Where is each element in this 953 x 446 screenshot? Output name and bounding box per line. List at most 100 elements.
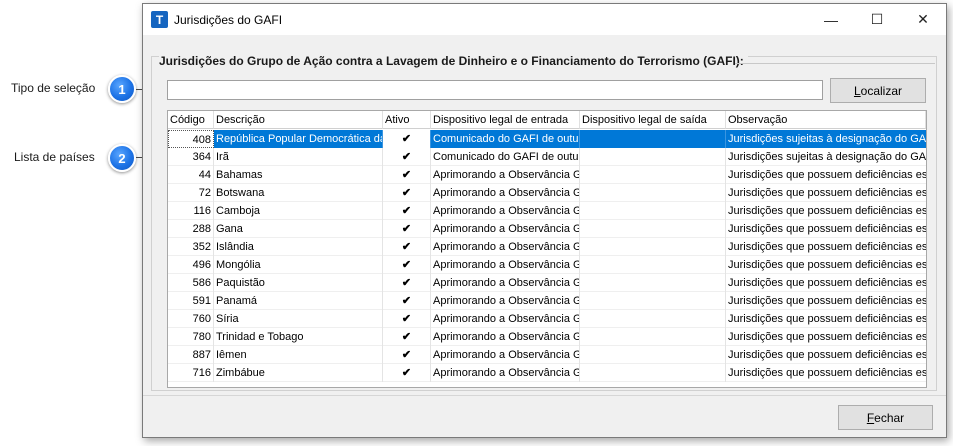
- cell-ativo-checkbox[interactable]: ✔: [383, 310, 431, 328]
- cell-descricao: Irã: [214, 148, 383, 166]
- cell-ativo-checkbox[interactable]: ✔: [383, 256, 431, 274]
- callout-label-lista-paises: Lista de países: [14, 150, 95, 164]
- cell-ativo-checkbox[interactable]: ✔: [383, 364, 431, 382]
- cell-codigo: 408: [168, 130, 214, 148]
- cell-observacao: Jurisdições que possuem deficiências est…: [728, 313, 926, 325]
- table-row[interactable]: 352 Islândia ✔ Aprimorando a Observância G J…: [168, 238, 926, 256]
- cell-descricao: Camboja: [214, 202, 383, 220]
- cell-dispositivo-saida: [580, 184, 726, 202]
- cell-codigo: 496: [168, 256, 214, 274]
- close-button[interactable]: ✕: [900, 4, 946, 35]
- cell-descricao: Síria: [214, 310, 383, 328]
- countries-grid[interactable]: Código Descrição Ativo Dispositivo legal…: [167, 110, 927, 388]
- cell-dispositivo-entrada: Aprimorando a Observância G: [431, 166, 580, 184]
- window-title: Jurisdições do GAFI: [174, 12, 283, 27]
- column-header-ativo[interactable]: Ativo: [383, 111, 431, 129]
- table-row[interactable]: 408 República Popular Democrática da ✔ Comu…: [168, 130, 926, 148]
- cell-dispositivo-saida: [580, 310, 726, 328]
- cell-codigo: 116: [168, 202, 214, 220]
- search-input[interactable]: [167, 80, 823, 100]
- cell-observacao: Jurisdições que possuem deficiências est…: [728, 187, 926, 199]
- checkmark-icon: ✔: [401, 330, 412, 343]
- table-row[interactable]: 44 Bahamas ✔ Aprimorando a Observância G Jur…: [168, 166, 926, 184]
- cell-observacao: Jurisdições que possuem deficiências est…: [728, 277, 926, 289]
- column-header-dispositivo-saida[interactable]: Dispositivo legal de saída: [580, 111, 726, 129]
- cell-dispositivo-entrada: Aprimorando a Observância G: [431, 364, 580, 382]
- table-row[interactable]: 586 Paquistão ✔ Aprimorando a Observância G…: [168, 274, 926, 292]
- cell-descricao: Islândia: [214, 238, 383, 256]
- cell-ativo-checkbox[interactable]: ✔: [383, 328, 431, 346]
- cell-descricao: Panamá: [214, 292, 383, 310]
- cell-descricao: Trinidad e Tobago: [214, 328, 383, 346]
- cell-descricao: Gana: [214, 220, 383, 238]
- cell-ativo-checkbox[interactable]: ✔: [383, 220, 431, 238]
- column-header-dispositivo-entrada[interactable]: Dispositivo legal de entrada: [431, 111, 580, 129]
- table-row[interactable]: 364 Irã ✔ Comunicado do GAFI de outub Jurisd…: [168, 148, 926, 166]
- column-header-codigo[interactable]: Código: [168, 111, 214, 129]
- checkmark-icon: ✔: [401, 258, 412, 271]
- cell-dispositivo-entrada: Aprimorando a Observância G: [431, 184, 580, 202]
- cell-ativo-checkbox[interactable]: ✔: [383, 166, 431, 184]
- cell-descricao: Iêmen: [214, 346, 383, 364]
- cell-dispositivo-saida: [580, 166, 726, 184]
- cell-descricao: Bahamas: [214, 166, 383, 184]
- cell-dispositivo-entrada: Aprimorando a Observância G: [431, 274, 580, 292]
- title-bar[interactable]: T Jurisdições do GAFI — ☐ ✕: [143, 4, 946, 35]
- cell-ativo-checkbox[interactable]: ✔: [383, 148, 431, 166]
- checkmark-icon: ✔: [401, 276, 412, 289]
- checkmark-icon: ✔: [401, 348, 412, 361]
- cell-dispositivo-saida: [580, 292, 726, 310]
- cell-dispositivo-entrada: Aprimorando a Observância G: [431, 256, 580, 274]
- cell-ativo-checkbox[interactable]: ✔: [383, 274, 431, 292]
- cell-codigo: 760: [168, 310, 214, 328]
- table-row[interactable]: 760 Síria ✔ Aprimorando a Observância G Juri…: [168, 310, 926, 328]
- checkmark-icon: ✔: [401, 294, 412, 307]
- table-row[interactable]: 591 Panamá ✔ Aprimorando a Observância G Jur…: [168, 292, 926, 310]
- cell-observacao: Jurisdições que possuem deficiências est…: [728, 169, 926, 181]
- cell-codigo: 716: [168, 364, 214, 382]
- cell-descricao: Zimbábue: [214, 364, 383, 382]
- cell-dispositivo-entrada: Comunicado do GAFI de outub: [431, 148, 580, 166]
- cell-ativo-checkbox[interactable]: ✔: [383, 238, 431, 256]
- cell-ativo-checkbox[interactable]: ✔: [383, 346, 431, 364]
- cell-observacao: Jurisdições que possuem deficiências est…: [728, 367, 926, 379]
- fechar-button[interactable]: Fechar: [838, 405, 933, 430]
- cell-ativo-checkbox[interactable]: ✔: [383, 202, 431, 220]
- cell-dispositivo-saida: [580, 130, 726, 148]
- table-row[interactable]: 116 Camboja ✔ Aprimorando a Observância G Ju…: [168, 202, 926, 220]
- cell-observacao: Jurisdições que possuem deficiências est…: [728, 259, 926, 271]
- cell-descricao: Botswana: [214, 184, 383, 202]
- cell-dispositivo-entrada: Aprimorando a Observância G: [431, 238, 580, 256]
- cell-observacao: Jurisdições que possuem deficiências est…: [728, 205, 926, 217]
- cell-ativo-checkbox[interactable]: ✔: [383, 130, 431, 148]
- column-header-observacao[interactable]: Observação: [726, 111, 926, 129]
- checkmark-icon: ✔: [401, 168, 412, 181]
- checkmark-icon: ✔: [401, 366, 412, 379]
- column-header-descricao[interactable]: Descrição: [214, 111, 383, 129]
- cell-dispositivo-entrada: Aprimorando a Observância G: [431, 292, 580, 310]
- table-row[interactable]: 887 Iêmen ✔ Aprimorando a Observância G Juri…: [168, 346, 926, 364]
- cell-codigo: 887: [168, 346, 214, 364]
- grid-header: Código Descrição Ativo Dispositivo legal…: [168, 111, 926, 129]
- cell-dispositivo-entrada: Aprimorando a Observância G: [431, 346, 580, 364]
- table-row[interactable]: 496 Mongólia ✔ Aprimorando a Observância G J…: [168, 256, 926, 274]
- cell-ativo-checkbox[interactable]: ✔: [383, 292, 431, 310]
- checkmark-icon: ✔: [401, 240, 412, 253]
- maximize-button[interactable]: ☐: [854, 4, 900, 35]
- cell-dispositivo-entrada: Comunicado do GAFI de outub: [431, 130, 580, 148]
- table-row[interactable]: 72 Botswana ✔ Aprimorando a Observância G Ju…: [168, 184, 926, 202]
- cell-codigo: 364: [168, 148, 214, 166]
- table-row[interactable]: 288 Gana ✔ Aprimorando a Observância G Juris…: [168, 220, 926, 238]
- localizar-button[interactable]: Localizar: [830, 78, 926, 103]
- cell-ativo-checkbox[interactable]: ✔: [383, 184, 431, 202]
- app-icon: T: [151, 11, 168, 28]
- fechar-button-label: Fechar: [866, 410, 905, 425]
- footer-separator: [143, 395, 946, 396]
- cell-dispositivo-saida: [580, 220, 726, 238]
- table-row[interactable]: 780 Trinidad e Tobago ✔ Aprimorando a Obser…: [168, 328, 926, 346]
- checkmark-icon: ✔: [401, 222, 412, 235]
- cell-codigo: 352: [168, 238, 214, 256]
- table-row[interactable]: 716 Zimbábue ✔ Aprimorando a Observância G J…: [168, 364, 926, 382]
- cell-dispositivo-entrada: Aprimorando a Observância G: [431, 220, 580, 238]
- minimize-button[interactable]: —: [808, 4, 854, 35]
